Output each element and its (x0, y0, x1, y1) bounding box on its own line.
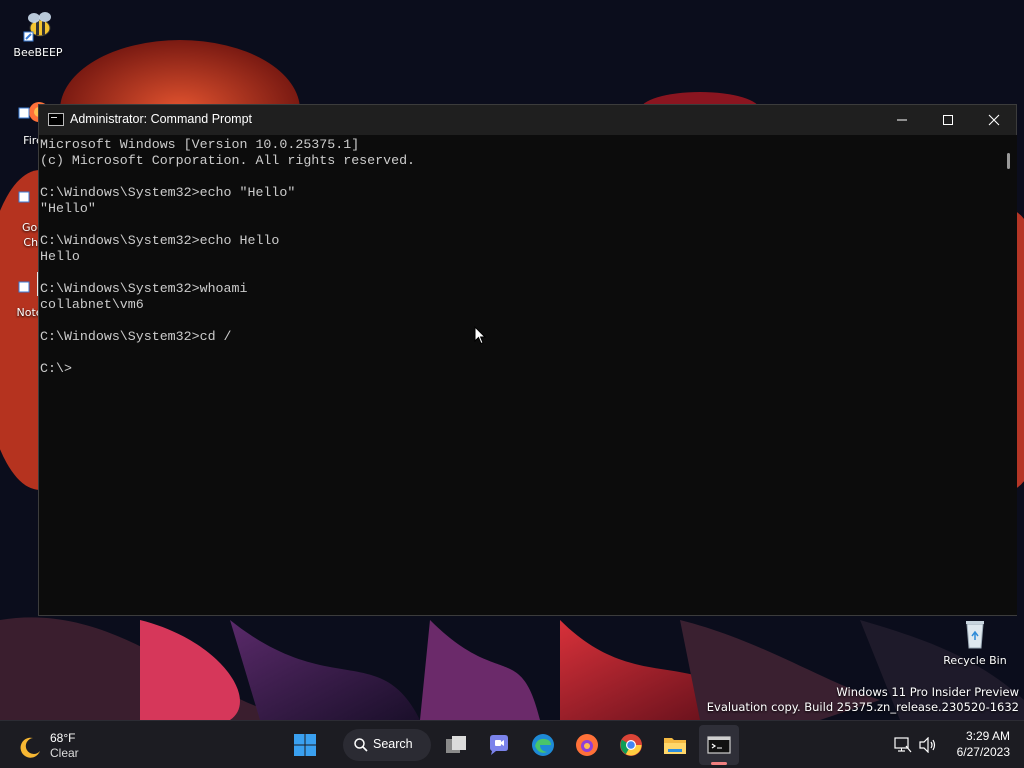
command-prompt-icon (48, 113, 64, 126)
console-line: Microsoft Windows [Version 10.0.25375.1] (40, 137, 360, 152)
desktop-icon-label: BeeBEEP (13, 46, 63, 59)
watermark-edition: Windows 11 Pro Insider Preview (836, 685, 1019, 699)
task-view-icon (446, 736, 466, 753)
console-line: C:\> (40, 361, 72, 376)
weather-condition: Clear (50, 746, 79, 760)
console-line: C:\Windows\System32>cd / (40, 329, 232, 344)
terminal-icon (707, 736, 731, 754)
moon-icon (20, 737, 40, 758)
console-line: (c) Microsoft Corporation. All rights re… (40, 153, 416, 168)
chrome-button[interactable] (611, 725, 651, 765)
console-line: C:\Windows\System32>echo "Hello" (40, 185, 296, 200)
firefox-button[interactable] (567, 725, 607, 765)
mouse-cursor-icon (474, 326, 486, 345)
clock-time: 3:29 AM (965, 729, 1010, 743)
console-line: "Hello" (40, 201, 96, 216)
desktop-icon-recycle-bin[interactable]: Recycle Bin (940, 616, 1010, 667)
console-output[interactable]: Microsoft Windows [Version 10.0.25375.1]… (39, 135, 999, 615)
windows-watermark: Windows 11 Pro Insider Preview Evaluatio… (707, 685, 1019, 715)
network-icon[interactable] (894, 737, 912, 753)
search-label: Search (373, 737, 413, 751)
start-button[interactable] (285, 725, 325, 765)
console-line: C:\Windows\System32>whoami (40, 281, 248, 296)
edge-icon (532, 734, 554, 756)
console-line: C:\Windows\System32>echo Hello (40, 233, 280, 248)
command-prompt-taskbar-button[interactable] (699, 725, 739, 765)
teams-chat-button[interactable] (479, 725, 519, 765)
edge-button[interactable] (523, 725, 563, 765)
window-titlebar[interactable]: Administrator: Command Prompt (39, 105, 1016, 135)
close-icon (988, 114, 1000, 126)
task-view-button[interactable] (436, 725, 476, 765)
desktop-icon-label: Recycle Bin (943, 654, 1007, 667)
desktop-icon-beebeep[interactable]: BeeBEEP (3, 8, 73, 59)
maximize-button[interactable] (925, 105, 971, 135)
volume-icon[interactable] (919, 737, 937, 753)
windows-start-icon (294, 734, 316, 756)
clock-date: 6/27/2023 (956, 745, 1010, 759)
active-app-indicator (711, 762, 727, 765)
file-explorer-icon (664, 738, 686, 754)
system-clock[interactable]: 3:29 AM 6/27/2023 (957, 728, 1010, 760)
console-line: collabnet\vm6 (40, 297, 144, 312)
close-button[interactable] (971, 105, 1017, 135)
search-icon (354, 738, 368, 752)
bee-icon (20, 8, 56, 44)
taskbar-search-box[interactable]: Search (343, 729, 431, 761)
scrollbar-thumb[interactable] (1007, 153, 1010, 169)
file-explorer-button[interactable] (655, 725, 695, 765)
console-scrollbar[interactable] (1001, 135, 1017, 615)
firefox-icon (576, 734, 598, 756)
watermark-build: Evaluation copy. Build 25375.zn_release.… (706, 700, 1019, 714)
recycle-bin-icon (957, 616, 993, 652)
chrome-icon (620, 734, 642, 756)
window-title: Administrator: Command Prompt (70, 112, 253, 126)
minimize-button[interactable] (879, 105, 925, 135)
taskbar: 68°F Clear Search 3:29 AM 6/27/2023 (0, 720, 1024, 768)
weather-temperature: 68°F (50, 731, 76, 745)
teams-chat-icon (490, 735, 508, 755)
command-prompt-window[interactable]: Administrator: Command Prompt Microsoft … (38, 104, 1017, 616)
minimize-icon (897, 119, 907, 121)
maximize-icon (943, 115, 953, 125)
console-line: Hello (40, 249, 80, 264)
